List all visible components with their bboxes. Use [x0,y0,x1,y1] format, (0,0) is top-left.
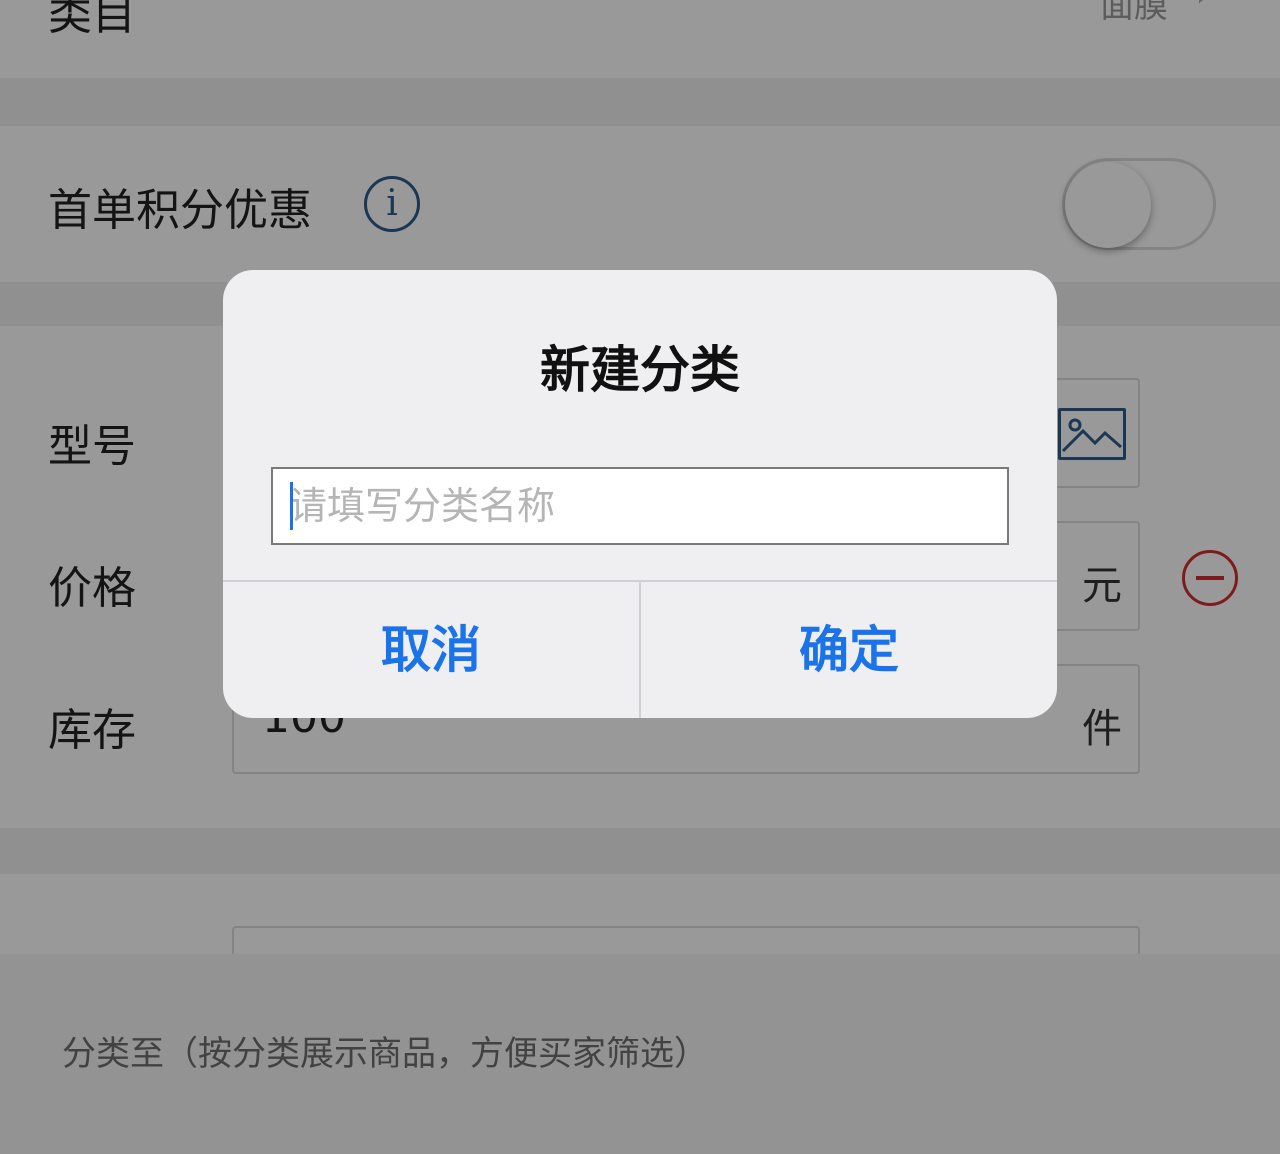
cancel-button[interactable]: 取消 [223,582,639,718]
product-edit-page: 类目 面膜 › 首单积分优惠 i 型号 价格 元 库存 100 件 分类至（按分… [0,0,1280,1154]
dialog-title: 新建分类 [540,341,740,399]
category-name-input[interactable] [271,467,1009,545]
bottom-sheet-dim [0,954,1280,1154]
confirm-button[interactable]: 确定 [641,582,1057,718]
text-caret [290,482,293,530]
